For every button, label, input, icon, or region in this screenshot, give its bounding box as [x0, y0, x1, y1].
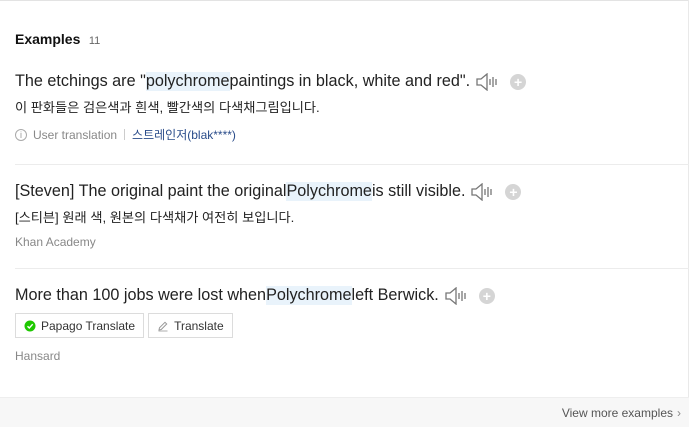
example-source: Khan Academy [15, 235, 96, 249]
add-to-wordbook-icon[interactable]: + [505, 183, 522, 200]
footer-bar: View more examples › [0, 397, 689, 427]
user-translation-label: User translation [33, 127, 118, 142]
example-sentence: The etchings are " polychrome paintings i… [15, 72, 689, 91]
info-icon[interactable]: i [15, 128, 27, 141]
example-sentence: More than 100 jobs were lost when Polych… [15, 286, 689, 305]
example-item: [Steven] The original paint the original… [15, 182, 689, 249]
example-translation: [스티븐] 원래 색, 원본의 다색채가 여전히 보입니다. [15, 210, 295, 225]
papago-translate-label: Papago Translate [41, 318, 136, 333]
translator-link[interactable]: 스트레인저(blak****) [132, 126, 236, 143]
speaker-icon[interactable] [471, 182, 495, 201]
example-divider [15, 268, 689, 269]
example-source: Hansard [15, 349, 61, 363]
examples-count: 11 [88, 35, 101, 47]
add-to-wordbook-icon[interactable]: + [478, 287, 495, 304]
meta-divider [124, 129, 126, 140]
papago-icon [24, 320, 36, 331]
sentence-text: is still visible. [371, 182, 466, 200]
sentence-text: [Steven] The original paint the original [15, 182, 287, 200]
pencil-icon [158, 321, 168, 331]
view-more-examples-link[interactable]: View more examples › [562, 406, 681, 420]
examples-title: Examples [15, 31, 81, 47]
sentence-text: left Berwick. [351, 286, 439, 304]
example-item: The etchings are " polychrome paintings i… [15, 72, 689, 143]
example-translation: 이 판화들은 검은색과 흰색, 빨간색의 다색채그림입니다. [15, 100, 320, 115]
view-more-label: View more examples [561, 406, 673, 420]
add-to-wordbook-icon[interactable]: + [510, 73, 527, 90]
top-border [0, 0, 689, 1]
papago-translate-button[interactable]: Papago Translate [15, 313, 145, 338]
example-divider [15, 164, 689, 165]
example-sentence: [Steven] The original paint the original… [15, 182, 689, 201]
translation-meta: i User translation 스트레인저(blak****) [15, 126, 689, 143]
chevron-right-icon: › [677, 406, 681, 420]
speaker-icon[interactable] [476, 72, 500, 91]
translate-button[interactable]: Translate [148, 313, 233, 338]
example-item: More than 100 jobs were lost when Polych… [15, 286, 689, 363]
sentence-text: More than 100 jobs were lost when [15, 286, 267, 304]
translate-label: Translate [174, 318, 224, 333]
sentence-text: paintings in black, white and red". [229, 72, 471, 90]
highlighted-term: polychrome [145, 72, 230, 91]
highlighted-term: Polychrome [286, 182, 372, 201]
sentence-text: The etchings are " [15, 72, 146, 90]
examples-header: Examples 11 [15, 31, 100, 49]
translate-buttons: Papago Translate Translate [15, 313, 689, 338]
highlighted-term: Polychrome [266, 286, 352, 305]
speaker-icon[interactable] [445, 286, 469, 305]
